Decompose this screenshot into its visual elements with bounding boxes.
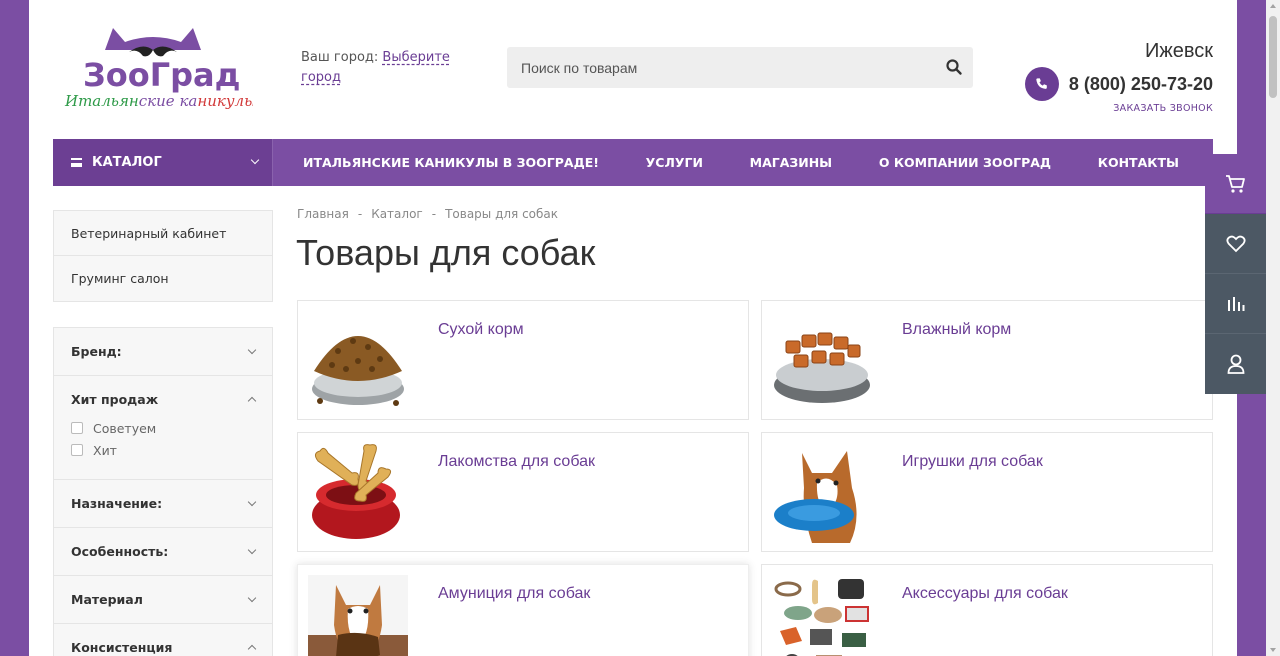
cart-icon[interactable] xyxy=(1205,154,1266,214)
filter-title: Консистенция xyxy=(71,640,173,655)
category-name[interactable]: Амуниция для собак xyxy=(438,585,590,603)
filter-title: Хит продаж xyxy=(71,392,159,407)
phone-icon[interactable] xyxy=(1024,67,1059,101)
nav-link-shops[interactable]: МАГАЗИНЫ xyxy=(750,155,833,170)
search-input[interactable] xyxy=(507,47,927,88)
category-card-treats[interactable]: Лакомства для собак xyxy=(297,432,749,552)
sidebar-item-grooming[interactable]: Груминг салон xyxy=(54,256,272,301)
filter-feature[interactable]: Особенность: xyxy=(54,528,272,576)
breadcrumb-home[interactable]: Главная xyxy=(297,207,349,221)
category-card-accessories[interactable]: Аксессуары для собак xyxy=(761,564,1213,656)
filter-title: Особенность: xyxy=(71,544,169,559)
scrollbar-thumb[interactable] xyxy=(1269,16,1277,98)
dry-food-image xyxy=(308,311,408,411)
phone-number[interactable]: 8 (800) 250-73-20 xyxy=(1069,74,1213,95)
catalog-menu-button[interactable]: КАТАЛОГ xyxy=(53,139,273,186)
logo-image: ЗооГрад Итальянские каникулы! xyxy=(64,28,262,110)
nav-link-contacts[interactable]: КОНТАКТЫ xyxy=(1098,155,1179,170)
page: ЗооГрад Итальянские каникулы! Ваш город:… xyxy=(29,0,1237,656)
contact-block: Ижевск 8 (800) 250-73-20 ЗАКАЗАТЬ ЗВОНОК xyxy=(1024,40,1213,114)
filter-option-hit[interactable]: Хит xyxy=(71,439,255,461)
category-name[interactable]: Лакомства для собак xyxy=(438,453,595,471)
ammunition-image xyxy=(308,575,408,656)
chevron-down-icon xyxy=(250,155,260,165)
category-name[interactable]: Игрушки для собак xyxy=(902,453,1043,471)
option-label: Советуем xyxy=(93,420,157,436)
filter-title: Назначение: xyxy=(71,496,163,511)
heart-icon[interactable] xyxy=(1205,214,1266,274)
filter-consistency[interactable]: Консистенция xyxy=(54,624,272,656)
filter-bestseller[interactable]: Хит продаж Советуем Хит xyxy=(54,376,272,480)
svg-text:ЗооГрад: ЗооГрад xyxy=(83,56,240,94)
city-selector: Ваш город: Выберите город xyxy=(301,48,461,88)
menu-icon xyxy=(71,158,82,167)
toys-image xyxy=(772,443,872,543)
breadcrumb-current: Товары для собак xyxy=(445,207,559,221)
search-icon[interactable] xyxy=(945,58,963,76)
accessories-image xyxy=(772,575,872,656)
sidebar-item-vet[interactable]: Ветеринарный кабинет xyxy=(54,211,272,256)
callback-link[interactable]: ЗАКАЗАТЬ ЗВОНОК xyxy=(1025,103,1213,114)
logo[interactable]: ЗооГрад Итальянские каникулы! xyxy=(53,20,262,112)
filter-brand[interactable]: Бренд: xyxy=(54,328,272,376)
main-nav: КАТАЛОГ ИТАЛЬЯНСКИЕ КАНИКУЛЫ В ЗООГРАДЕ!… xyxy=(53,139,1213,186)
filter-purpose[interactable]: Назначение: xyxy=(54,480,272,528)
compare-icon[interactable] xyxy=(1205,274,1266,334)
side-widget xyxy=(1205,154,1266,394)
category-card-dry-food[interactable]: Сухой корм xyxy=(297,300,749,420)
wet-food-image xyxy=(772,311,872,411)
filter-title: Материал xyxy=(71,592,143,607)
checkbox[interactable] xyxy=(71,422,83,434)
nav-link-services[interactable]: УСЛУГИ xyxy=(646,155,703,170)
user-icon[interactable] xyxy=(1205,334,1266,394)
category-grid: Сухой корм Влажный корм Лакомства для со… xyxy=(297,300,1213,656)
category-card-toys[interactable]: Игрушки для собак xyxy=(761,432,1213,552)
checkbox[interactable] xyxy=(71,444,83,456)
category-name[interactable]: Сухой корм xyxy=(438,321,524,339)
scroll-down-icon[interactable] xyxy=(1270,648,1276,652)
filter-option-recommend[interactable]: Советуем xyxy=(71,417,255,439)
nav-link-about[interactable]: О КОМПАНИИ ЗООГРАД xyxy=(879,155,1051,170)
page-title: Товары для собак xyxy=(296,232,596,273)
category-name[interactable]: Аксессуары для собак xyxy=(902,585,1068,603)
search-box xyxy=(507,47,973,88)
city-label: Ваш город: xyxy=(301,50,379,65)
current-town[interactable]: Ижевск xyxy=(1025,40,1213,63)
sidebar-menu: Ветеринарный кабинет Груминг салон xyxy=(53,210,273,302)
filter-panel: Бренд: Хит продаж Советуем Хит Назначени… xyxy=(53,327,273,656)
svg-text:Итальянские каникулы!: Итальянские каникулы! xyxy=(64,92,253,110)
category-card-ammunition[interactable]: Амуниция для собак xyxy=(297,564,749,656)
breadcrumb: Главная - Каталог - Товары для собак xyxy=(297,207,559,221)
category-name[interactable]: Влажный корм xyxy=(902,321,1011,339)
scroll-up-icon[interactable] xyxy=(1270,4,1276,8)
filter-material[interactable]: Материал xyxy=(54,576,272,624)
treats-image xyxy=(308,443,408,543)
nav-link-italian-holidays[interactable]: ИТАЛЬЯНСКИЕ КАНИКУЛЫ В ЗООГРАДЕ! xyxy=(303,155,599,170)
page-scrollbar[interactable] xyxy=(1266,0,1280,656)
filter-title: Бренд: xyxy=(71,344,122,359)
option-label: Хит xyxy=(93,442,117,458)
breadcrumb-catalog[interactable]: Каталог xyxy=(371,207,423,221)
category-card-wet-food[interactable]: Влажный корм xyxy=(761,300,1213,420)
catalog-label: КАТАЛОГ xyxy=(92,155,162,170)
